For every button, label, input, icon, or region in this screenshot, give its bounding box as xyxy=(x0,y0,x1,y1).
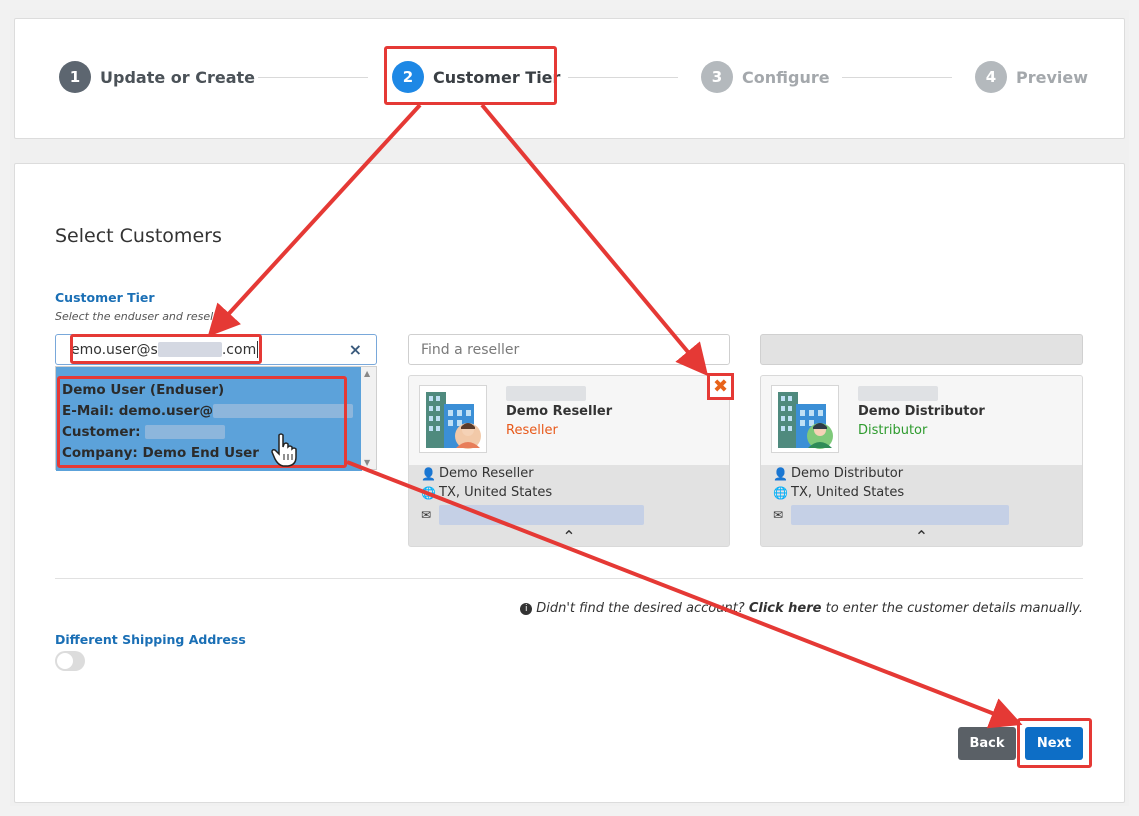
redacted-text xyxy=(157,342,222,357)
reseller-placeholder: Find a reseller xyxy=(421,341,520,358)
redacted-text xyxy=(212,404,353,418)
customer-suggestion-list: Demo User (Enduser) E-Mail: demo.user@ C… xyxy=(55,366,377,471)
step-number: 1 xyxy=(59,61,91,93)
customer-search-input[interactable]: emo.user@s .com × xyxy=(55,334,377,365)
envelope-icon: ✉ xyxy=(421,508,432,522)
suggestion-email: E-Mail: demo.user@ xyxy=(62,403,213,419)
manual-suffix: to enter the customer details manually. xyxy=(825,601,1083,616)
suggestion-item[interactable]: Demo User (Enduser) E-Mail: demo.user@ C… xyxy=(56,367,362,471)
distributor-location: TX, United States xyxy=(791,485,905,500)
globe-icon: 🌐 xyxy=(421,485,436,500)
scroll-up-icon[interactable]: ▲ xyxy=(364,369,370,378)
step-connector xyxy=(842,77,952,78)
manual-prefix: Didn't find the desired account? xyxy=(536,601,745,616)
reseller-contact-row: 👤 Demo Reseller xyxy=(421,466,534,481)
next-button[interactable]: Next xyxy=(1025,727,1083,760)
remove-reseller-icon[interactable]: ✖ xyxy=(707,373,734,400)
redacted-text xyxy=(439,505,644,525)
search-value-start: emo.user@s xyxy=(71,341,158,358)
step-connector xyxy=(258,77,368,78)
distributor-name: Demo Distributor xyxy=(858,404,985,419)
distributor-contact-row: 👤 Demo Distributor xyxy=(773,466,903,481)
redacted-text xyxy=(145,425,226,439)
redacted-text xyxy=(858,386,938,401)
step-label: Customer Tier xyxy=(433,67,561,87)
step-connector xyxy=(568,77,678,78)
divider xyxy=(55,578,1083,579)
reseller-name: Demo Reseller xyxy=(506,404,613,419)
reseller-card: Demo Reseller Reseller 👤 Demo Reseller 🌐 T… xyxy=(408,375,730,547)
step-customer-tier[interactable]: 2 Customer Tier xyxy=(392,61,560,93)
distributor-search-input xyxy=(760,334,1083,365)
step-label: Update or Create xyxy=(100,67,255,87)
manual-entry-note: i Didn't find the desired account? Click … xyxy=(520,601,1083,616)
step-number: 4 xyxy=(975,61,1007,93)
user-icon: 👤 xyxy=(421,466,436,481)
customer-tier-label: Customer Tier xyxy=(55,290,155,305)
reseller-email-row: ✉ xyxy=(421,505,644,525)
back-button[interactable]: Back xyxy=(958,727,1016,760)
section-title: Select Customers xyxy=(55,225,222,247)
globe-icon: 🌐 xyxy=(773,485,788,500)
reseller-avatar-icon xyxy=(419,385,487,453)
hand-cursor-icon xyxy=(271,433,297,467)
distributor-role: Distributor xyxy=(858,423,928,438)
info-icon: i xyxy=(520,602,533,615)
distributor-card: Demo Distributor Distributor 👤 Demo Distr… xyxy=(760,375,1083,547)
distributor-email-row: ✉ xyxy=(773,505,1009,525)
suggestion-name: Demo User (Enduser) xyxy=(62,382,225,398)
step-update-or-create[interactable]: 1 Update or Create xyxy=(59,61,255,93)
distributor-location-row: 🌐 TX, United States xyxy=(773,485,904,500)
suggestion-scrollbar[interactable]: ▲ ▼ xyxy=(361,367,376,469)
step-configure[interactable]: 3 Configure xyxy=(701,61,830,93)
text-cursor xyxy=(257,341,259,358)
clear-icon[interactable]: × xyxy=(349,340,362,359)
user-icon: 👤 xyxy=(773,466,788,481)
reseller-location-row: 🌐 TX, United States xyxy=(421,485,552,500)
collapse-chevron-up-icon[interactable]: ⌃ xyxy=(409,527,729,546)
reseller-role: Reseller xyxy=(506,423,558,438)
manual-entry-link[interactable]: Click here xyxy=(749,601,822,616)
step-label: Configure xyxy=(742,67,830,87)
customer-tier-hint: Select the enduser and reseller. xyxy=(55,310,231,323)
step-label: Preview xyxy=(1016,67,1089,87)
envelope-icon: ✉ xyxy=(773,508,784,522)
reseller-location: TX, United States xyxy=(439,485,553,500)
distributor-avatar-icon xyxy=(771,385,839,453)
collapse-chevron-up-icon[interactable]: ⌃ xyxy=(761,527,1082,546)
step-number: 3 xyxy=(701,61,733,93)
step-preview[interactable]: 4 Preview xyxy=(975,61,1088,93)
scroll-down-icon[interactable]: ▼ xyxy=(364,458,370,467)
distributor-contact: Demo Distributor xyxy=(791,466,904,481)
suggestion-customer: Customer: xyxy=(62,424,141,440)
shipping-address-label: Different Shipping Address xyxy=(55,632,246,647)
reseller-search-input[interactable]: Find a reseller xyxy=(408,334,730,365)
step-number: 2 xyxy=(392,61,424,93)
reseller-contact: Demo Reseller xyxy=(439,466,534,481)
search-value-end: .com xyxy=(221,341,257,358)
redacted-text xyxy=(506,386,586,401)
shipping-address-toggle[interactable] xyxy=(55,651,85,671)
toggle-knob xyxy=(57,653,73,669)
suggestion-company: Company: Demo End User xyxy=(62,445,259,461)
redacted-text xyxy=(791,505,1009,525)
